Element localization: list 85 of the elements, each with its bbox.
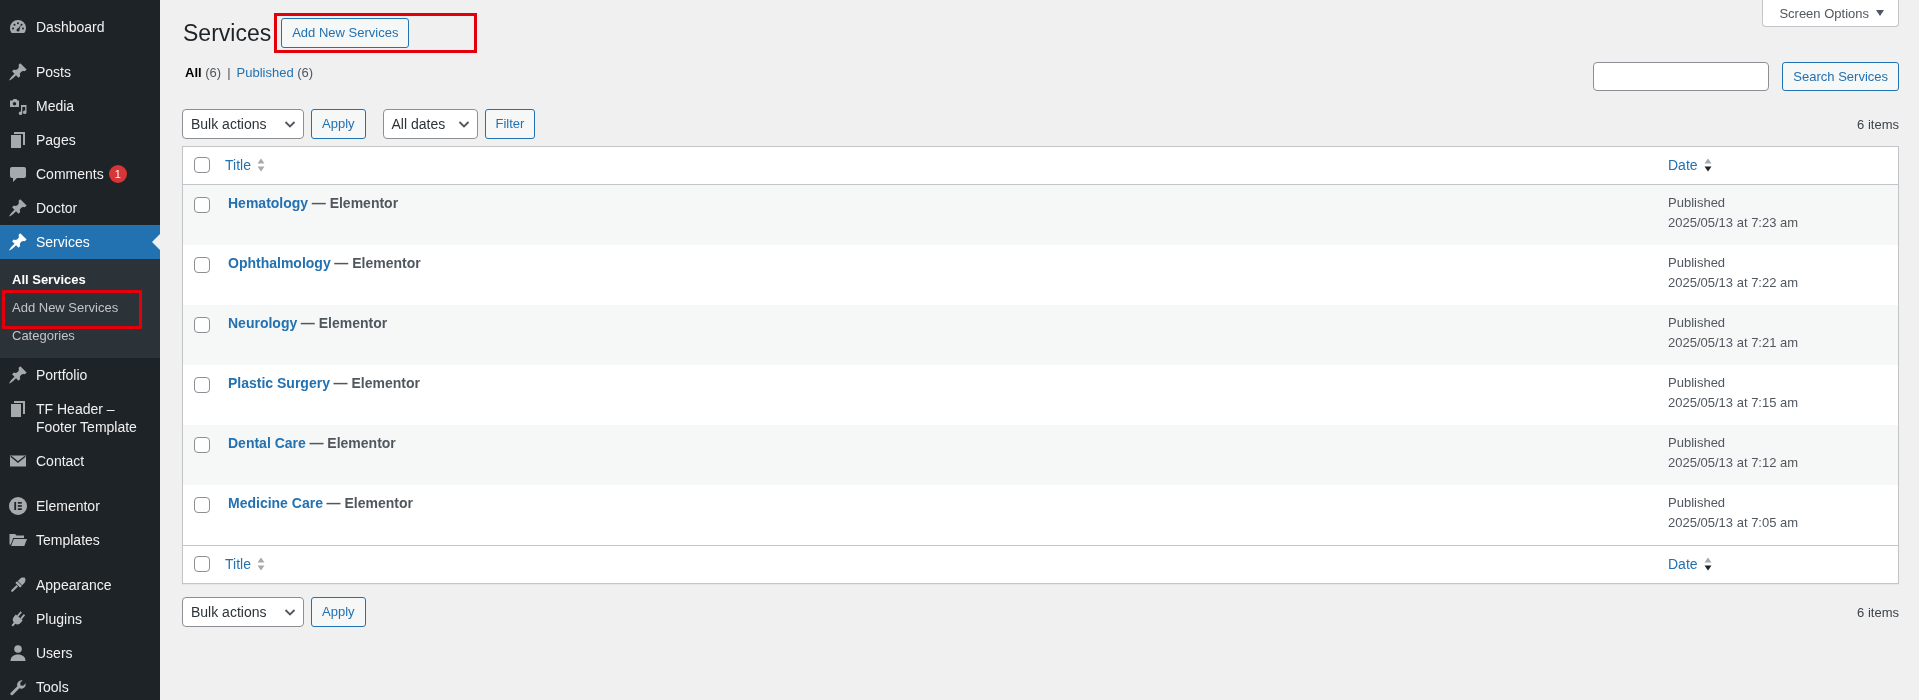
view-filter-link[interactable]: All (6)	[185, 63, 222, 83]
menu-item[interactable]: Elementor	[0, 489, 160, 523]
post-status: Published	[1668, 254, 1727, 272]
checkbox[interactable]	[194, 556, 210, 572]
menu-item[interactable]: Plugins	[0, 602, 160, 636]
post-date: 2025/05/13 at 7:23 am	[1668, 214, 1800, 232]
menu-item[interactable]: Dashboard	[0, 10, 160, 44]
post-status: Published	[1668, 434, 1727, 452]
column-sort-link[interactable]: Date	[1668, 554, 1712, 574]
page-title: Services	[182, 19, 272, 48]
post-status: Published	[1668, 374, 1727, 392]
post-state: — Elementor	[311, 195, 399, 211]
person-icon	[8, 643, 28, 663]
post-date: 2025/05/13 at 7:22 am	[1668, 274, 1800, 292]
apply-button[interactable]: Apply	[311, 597, 366, 627]
checkbox[interactable]	[194, 257, 210, 273]
post-date: 2025/05/13 at 7:15 am	[1668, 394, 1800, 412]
wrench-icon	[8, 677, 28, 697]
bulk-actions-select[interactable]: Bulk actions	[182, 597, 304, 627]
e-circle-icon	[8, 496, 28, 516]
menu-item[interactable]: Portfolio	[0, 358, 160, 392]
apply-button[interactable]: Apply	[311, 109, 366, 139]
date-filter-select[interactable]: All dates	[382, 109, 478, 139]
post-status: Published	[1668, 314, 1727, 332]
post-date: 2025/05/13 at 7:21 am	[1668, 334, 1800, 352]
item-count: 6 items	[1857, 604, 1899, 620]
pushpin-icon	[8, 62, 28, 82]
checkbox[interactable]	[194, 157, 210, 173]
post-title-link[interactable]: Plastic Surgery	[228, 375, 330, 391]
menu-item[interactable]: Users	[0, 636, 160, 670]
view-filter-link[interactable]: Published (6)	[236, 63, 314, 83]
submenu-item[interactable]: Categories	[0, 322, 160, 350]
caret-icon	[1876, 10, 1884, 16]
pages-icon	[8, 130, 28, 150]
menu-item[interactable]: Media	[0, 89, 160, 123]
column-sort-link[interactable]: Date	[1668, 155, 1712, 175]
view-separator: |	[227, 64, 231, 82]
speech-bubble-icon	[8, 164, 28, 184]
pushpin-icon	[8, 198, 28, 218]
post-state: — Elementor	[326, 495, 413, 511]
notification-badge: 1	[108, 165, 127, 183]
menu-item[interactable]: Contact	[0, 444, 160, 478]
column-sort-link[interactable]: Title	[225, 155, 265, 175]
checkbox[interactable]	[194, 377, 210, 393]
post-title-link[interactable]: Dental Care	[228, 435, 306, 451]
search-button[interactable]: Search Services	[1782, 62, 1899, 91]
checkbox[interactable]	[194, 197, 210, 213]
menu-item[interactable]: Services	[0, 225, 160, 259]
menu-item[interactable]: Tools	[0, 670, 160, 700]
post-status: Published	[1668, 194, 1727, 212]
menu-item[interactable]: Comments 1	[0, 157, 160, 191]
menu-item[interactable]: TF Header – Footer Template	[0, 392, 160, 444]
menu-item[interactable]: Pages	[0, 123, 160, 157]
post-state: — Elementor	[309, 435, 396, 451]
camera-note-icon	[8, 96, 28, 116]
search-field[interactable]	[1593, 62, 1770, 91]
screen-options-button[interactable]: Screen Options	[1762, 0, 1899, 27]
column-sort-link[interactable]: Title	[225, 554, 265, 574]
post-title-link[interactable]: Neurology	[228, 315, 298, 331]
filter-button[interactable]: Filter	[484, 109, 536, 139]
post-title-link[interactable]: Hematology	[228, 195, 309, 211]
add-new-button[interactable]: Add New Services	[281, 18, 410, 48]
submenu-item[interactable]: All Services	[0, 266, 160, 294]
pushpin-icon	[8, 232, 28, 252]
pages-icon	[8, 399, 28, 419]
post-status: Published	[1668, 494, 1727, 512]
post-state: — Elementor	[334, 255, 421, 271]
menu-item[interactable]: Posts	[0, 55, 160, 89]
submenu-item[interactable]: Add New Services	[0, 294, 160, 322]
checkbox[interactable]	[194, 497, 210, 513]
post-title-link[interactable]: Ophthalmology	[228, 255, 331, 271]
item-count: 6 items	[1857, 116, 1899, 132]
checkbox[interactable]	[194, 317, 210, 333]
menu-item[interactable]: Doctor	[0, 191, 160, 225]
menu-item[interactable]: Appearance	[0, 568, 160, 602]
bulk-actions-select[interactable]: Bulk actions	[182, 109, 304, 139]
post-date: 2025/05/13 at 7:12 am	[1668, 454, 1800, 472]
paintbrush-icon	[8, 575, 28, 595]
post-date: 2025/05/13 at 7:05 am	[1668, 514, 1800, 532]
post-state: — Elementor	[333, 375, 420, 391]
post-title-link[interactable]: Medicine Care	[228, 495, 323, 511]
pushpin-icon	[8, 365, 28, 385]
menu-item[interactable]: Templates	[0, 523, 160, 557]
checkbox[interactable]	[194, 437, 210, 453]
post-state: — Elementor	[300, 315, 388, 331]
